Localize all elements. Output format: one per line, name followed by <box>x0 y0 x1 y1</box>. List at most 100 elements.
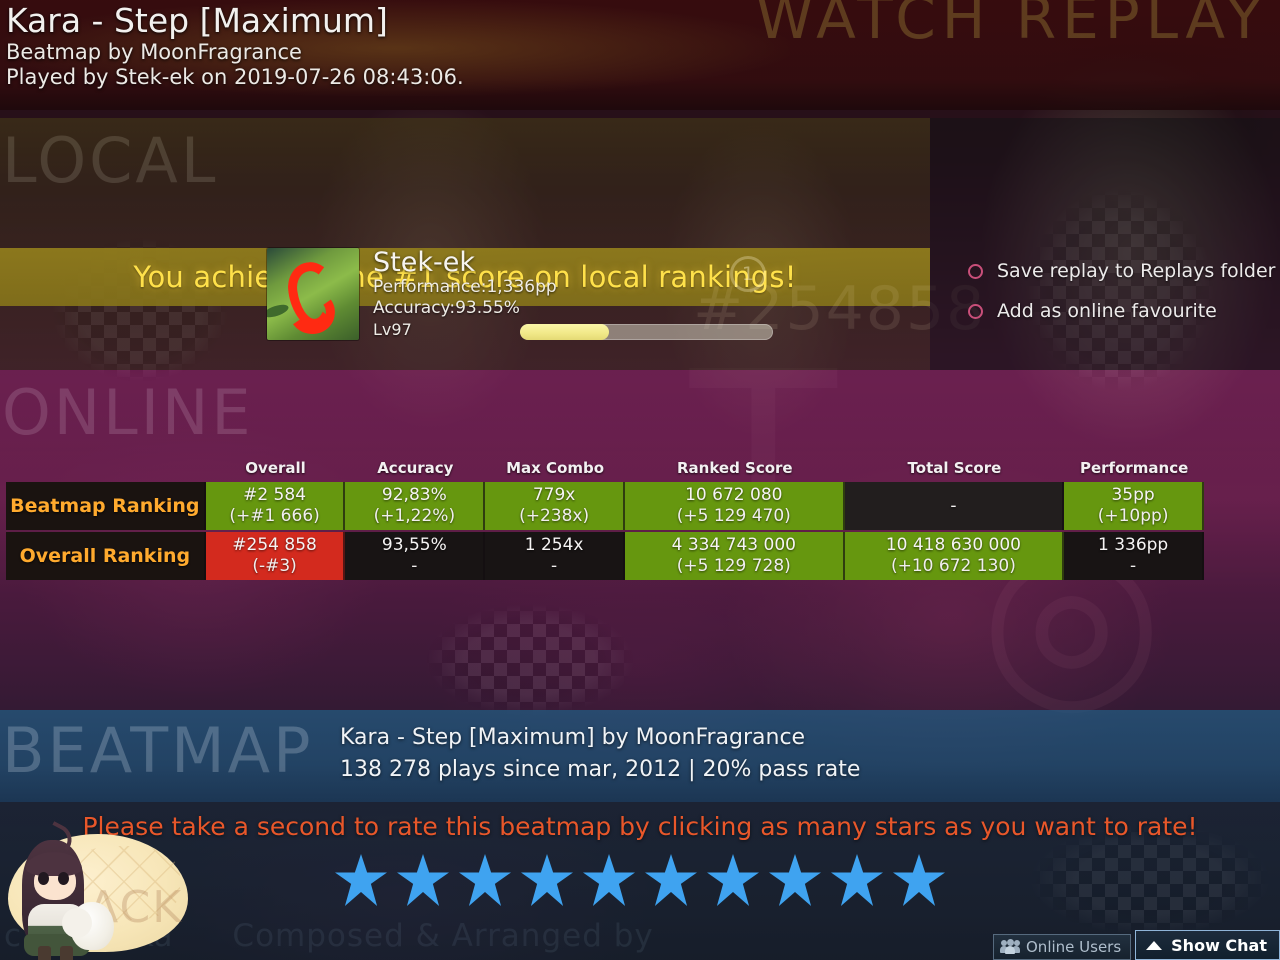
table-row: Overall Ranking #254 858 (-#3) 93,55% - … <box>6 532 1204 580</box>
player-info: #254858 Stek-ek Performance:1,336pp Accu… <box>373 247 984 344</box>
mascot-leg-left <box>38 946 51 960</box>
people-icon <box>1000 939 1020 954</box>
avatar-leaf-shape <box>267 302 290 320</box>
beatmap-title-line: Kara - Step [Maximum] by MoonFragrance <box>340 725 806 750</box>
radio-icon[interactable] <box>968 303 983 319</box>
level-progress-fill <box>520 324 609 340</box>
add-favourite-option[interactable]: Add as online favourite <box>968 300 1217 322</box>
column-header-blank <box>6 458 206 480</box>
header-text-block: Kara - Step [Maximum] Beatmap by MoonFra… <box>6 2 464 90</box>
star-icon[interactable] <box>583 854 635 906</box>
cell-beatmap-accuracy: 92,83% (+1,22%) <box>345 482 486 530</box>
cell-value: 93,55% <box>381 535 447 555</box>
column-header-accuracy: Accuracy <box>377 459 454 477</box>
star-icon[interactable] <box>645 854 697 906</box>
show-chat-button[interactable]: Show Chat <box>1135 930 1280 960</box>
cell-beatmap-max-combo: 779x (+238x) <box>485 482 625 530</box>
cell-overall-max-combo: 1 254x - <box>485 532 625 580</box>
ranking-table-header: Overall Accuracy Max Combo Ranked Score … <box>6 458 1204 480</box>
star-icon[interactable] <box>707 854 759 906</box>
star-icon[interactable] <box>397 854 449 906</box>
cell-delta: (+238x) <box>519 506 590 526</box>
cell-value: 35pp <box>1111 485 1155 505</box>
ranking-table: Overall Accuracy Max Combo Ranked Score … <box>6 458 1204 580</box>
star-icon[interactable] <box>335 854 387 906</box>
beatmap-watermark: BEATMAP <box>2 714 314 787</box>
cell-value: 1 254x <box>524 535 584 555</box>
beatmap-info-section: BEATMAP Kara - Step [Maximum] by MoonFra… <box>0 710 1280 802</box>
cell-delta: (+5 129 470) <box>676 506 791 526</box>
cell-beatmap-performance: 35pp (+10pp) <box>1064 482 1204 530</box>
avatar[interactable] <box>267 248 359 340</box>
save-replay-option[interactable]: Save replay to Replays folder <box>968 260 1276 282</box>
player-performance: Performance:1,336pp <box>373 277 557 297</box>
star-icon[interactable] <box>459 854 511 906</box>
star-icon[interactable] <box>831 854 883 906</box>
mascot-eye-right <box>58 872 69 885</box>
cell-value: 4 334 743 000 <box>671 535 796 555</box>
show-chat-label: Show Chat <box>1171 935 1267 955</box>
radio-icon[interactable] <box>968 263 983 279</box>
cell-value: 1 336pp <box>1097 535 1169 555</box>
row-label-text: Overall Ranking <box>19 545 191 567</box>
played-by-line: Played by Stek-ek on 2019-07-26 08:43:06… <box>6 65 464 89</box>
column-header-total-score: Total Score <box>907 459 1002 477</box>
cell-value: 10 672 080 <box>685 485 783 505</box>
online-users-label: Online Users <box>1026 938 1122 956</box>
results-screen: ◎ T c Artist Ka Composed & Arranged by W… <box>0 0 1280 960</box>
cell-beatmap-overall: #2 584 (+#1 666) <box>205 482 346 530</box>
column-header-ranked-score: Ranked Score <box>676 459 793 477</box>
star-icon[interactable] <box>521 854 573 906</box>
cell-delta: - <box>551 556 558 576</box>
star-icon[interactable] <box>893 854 945 906</box>
options-panel: Save replay to Replays folder Add as onl… <box>930 118 1280 370</box>
cell-delta: - <box>411 556 418 576</box>
cell-overall-total-score: 10 418 630 000 (+10 672 130) <box>844 532 1065 580</box>
local-watermark: LOCAL <box>2 124 219 197</box>
row-label-overall-ranking: Overall Ranking <box>6 532 206 580</box>
cell-delta: (+10 672 130) <box>890 556 1016 576</box>
cell-delta: - <box>1130 556 1137 576</box>
cell-value: 779x <box>532 485 576 505</box>
cell-overall-performance: 1 336pp - <box>1064 532 1204 580</box>
cell-value: 10 418 630 000 <box>885 535 1021 555</box>
cell-delta: (-#3) <box>252 556 297 576</box>
online-users-button[interactable]: Online Users <box>993 934 1132 960</box>
player-card[interactable]: #254858 Stek-ek Performance:1,336pp Accu… <box>267 247 984 344</box>
cell-beatmap-ranked-score: 10 672 080 (+5 129 470) <box>624 482 845 530</box>
cell-overall-ranked-score: 4 334 743 000 (+5 129 728) <box>624 532 845 580</box>
mascot-pippidon: BACK <box>0 812 200 960</box>
cell-value: #254 858 <box>232 535 317 555</box>
cell-overall-accuracy: 93,55% - <box>345 532 486 580</box>
mascot-leg-right <box>60 946 73 960</box>
cell-delta: (+10pp) <box>1097 506 1169 526</box>
row-label-text: Beatmap Ranking <box>10 495 200 517</box>
level-progress-bar <box>520 324 773 340</box>
column-header-max-combo: Max Combo <box>506 459 605 477</box>
player-name: Stek-ek <box>373 247 475 278</box>
cell-value: #2 584 <box>243 485 307 505</box>
page-title: Kara - Step [Maximum] <box>6 1 388 40</box>
watch-replay-watermark: WATCH REPLAY <box>755 0 1268 52</box>
column-header-performance: Performance <box>1079 459 1189 477</box>
chat-bar: Online Users Show Chat <box>993 930 1280 960</box>
cell-delta: (+#1 666) <box>229 506 320 526</box>
chevron-up-icon <box>1146 940 1163 950</box>
local-rank-badge: 1 <box>730 256 766 292</box>
cell-value: 92,83% <box>381 485 447 505</box>
player-accuracy: Accuracy:93.55% <box>373 298 520 318</box>
mascot-sleeve <box>62 908 92 938</box>
cell-delta: (+5 129 728) <box>676 556 791 576</box>
row-label-beatmap-ranking: Beatmap Ranking <box>6 482 206 530</box>
beatmap-text-block: Kara - Step [Maximum] by MoonFragrance 1… <box>340 722 860 786</box>
cell-beatmap-total-score: - <box>844 482 1065 530</box>
cell-delta: (+1,22%) <box>373 506 456 526</box>
cell-overall-overall: #254 858 (-#3) <box>205 532 346 580</box>
mascot-eye-left <box>38 872 49 885</box>
star-icon[interactable] <box>769 854 821 906</box>
add-favourite-label: Add as online favourite <box>997 300 1217 322</box>
table-row: Beatmap Ranking #2 584 (+#1 666) 92,83% … <box>6 482 1204 530</box>
beatmap-stats-line: 138 278 plays since mar, 2012 | 20% pass… <box>340 757 861 782</box>
cell-value: - <box>950 496 957 516</box>
save-replay-label: Save replay to Replays folder <box>997 260 1276 282</box>
